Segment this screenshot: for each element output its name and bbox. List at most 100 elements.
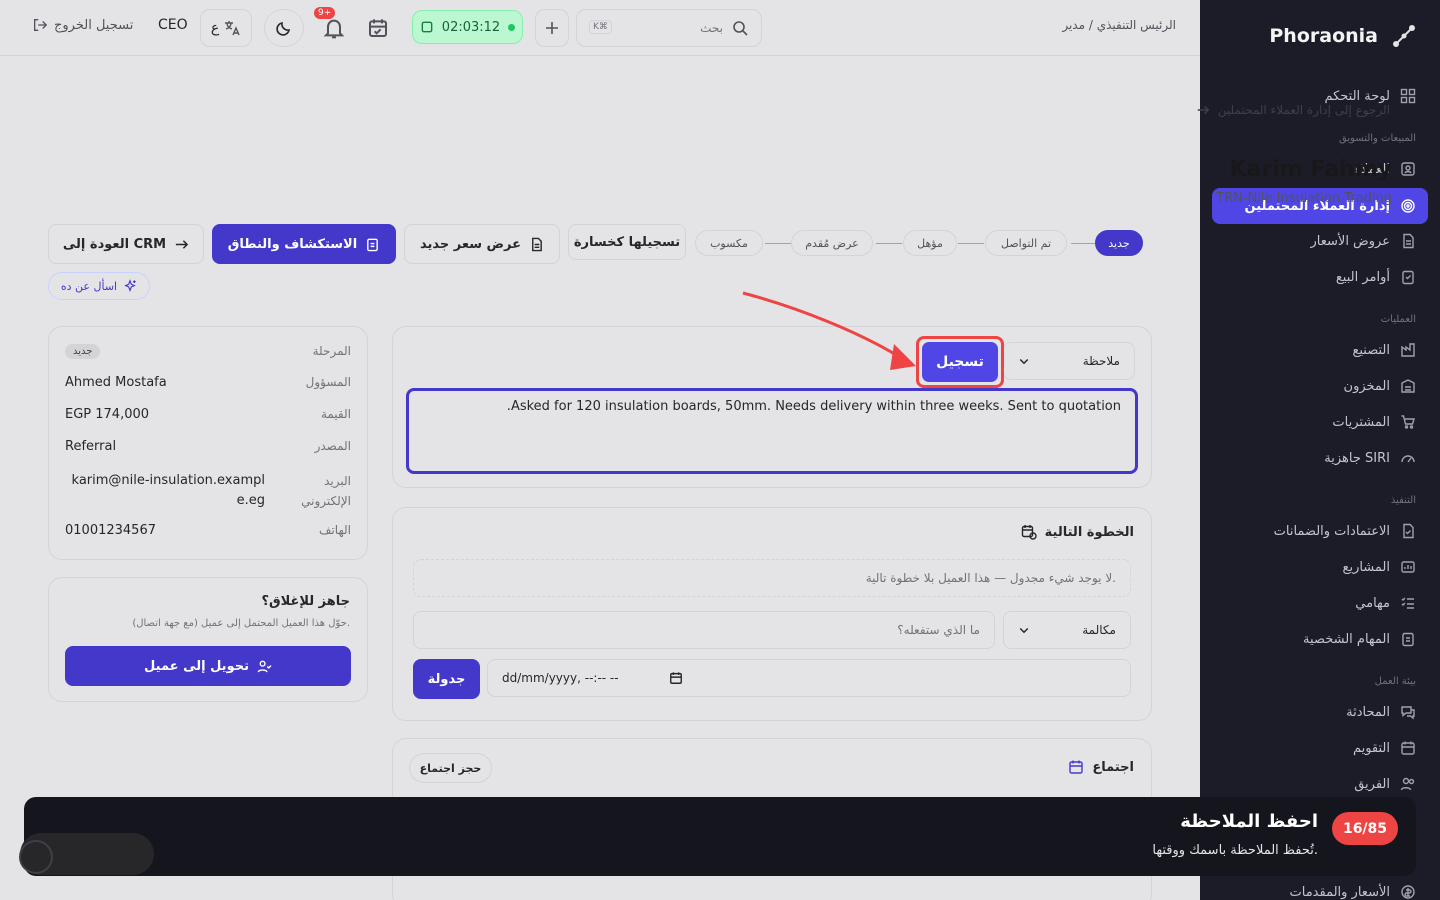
add-button[interactable]	[535, 9, 569, 47]
schedule-button[interactable]: جدولة	[413, 659, 480, 699]
calendar-clock-icon	[1021, 525, 1037, 540]
stage-connector	[1071, 243, 1095, 244]
toast-title: احفظ الملاحظة	[1180, 811, 1318, 832]
detail-owner: Ahmed Mostafa المسؤول	[65, 375, 351, 390]
sidebar-item-siri[interactable]: جاهزية SIRI	[1212, 440, 1428, 476]
stage-connector	[958, 243, 984, 244]
stage-new[interactable]: جديد	[1095, 230, 1143, 256]
sidebar-item-quotes[interactable]: عروض الأسعار	[1212, 223, 1428, 259]
stage-qualified[interactable]: مؤهل	[903, 230, 957, 256]
toast-description: تُحفظ الملاحظة باسمك ووقتها.	[1152, 843, 1318, 858]
next-step-datetime-input[interactable]: dd/mm/yyyy, --:-- --	[487, 659, 1131, 697]
close-description: حوّل هذا العميل المحتمل إلى عميل (مع جهة…	[132, 618, 350, 629]
sidebar-item-chat[interactable]: المحادثة	[1212, 694, 1428, 730]
search-input[interactable]: بحث	[700, 21, 723, 35]
stage-quoted[interactable]: عرض مُقدم	[791, 230, 873, 256]
detail-email: karim@nile-insulation.example.eg البريد …	[71, 473, 351, 508]
book-meeting-button[interactable]: حجز اجتماع	[409, 753, 492, 783]
next-step-action-input[interactable]: ما الذي ستفعله؟	[413, 611, 995, 649]
step-counter: 16/85	[1332, 812, 1398, 845]
submit-note-button[interactable]: تسجيل	[922, 342, 998, 382]
next-step-type-select[interactable]: مكالمة	[1003, 611, 1131, 649]
team-icon	[1400, 777, 1415, 791]
section-sales: المبيعات والتسويق	[1339, 133, 1416, 144]
theme-toggle[interactable]	[264, 9, 304, 47]
page-subtitle: TRN-Nile Insulation Trading	[1216, 191, 1392, 206]
logout-icon	[34, 19, 48, 31]
logout-button[interactable]: تسجيل الخروج	[32, 17, 133, 33]
file-check-icon	[1403, 523, 1414, 539]
sidebar-item-purchasing[interactable]: المشتريات	[1212, 404, 1428, 440]
sidebar-item-projects[interactable]: المشاريع	[1212, 549, 1428, 585]
cart-icon	[1401, 415, 1415, 429]
contact-icon	[1401, 162, 1415, 176]
user-role[interactable]: CEO	[158, 17, 188, 33]
notification-badge: 9+	[314, 7, 336, 19]
timer-value: 02:03:12	[441, 19, 501, 35]
stage-won[interactable]: مكسوب	[695, 230, 763, 256]
plus-icon	[546, 22, 558, 34]
notifications-button[interactable]: 9+	[314, 7, 348, 42]
toast-pill[interactable]	[19, 833, 154, 875]
arrow-right-icon	[175, 239, 189, 249]
chat-icon	[1401, 706, 1415, 720]
ask-ai-button[interactable]: اسأل عن ده	[48, 272, 150, 300]
search-box[interactable]: K⌘ بحث	[576, 9, 762, 47]
ready-to-close-card: جاهز للإغلاق؟ حوّل هذا العميل المحتمل إل…	[48, 577, 368, 702]
document-icon	[532, 237, 542, 251]
sidebar-item-sales-orders[interactable]: أوامر البيع	[1212, 259, 1428, 295]
sidebar-item-pricing[interactable]: الأسعار والمقدمات	[1212, 874, 1428, 900]
mark-lost-button[interactable]: تسجيلها كخسارة	[568, 224, 686, 260]
back-to-crm-button[interactable]: العودة إلى CRM	[48, 224, 204, 264]
calendar-icon	[1401, 741, 1415, 755]
topbar: الرئيس التنفيذي / مدير K⌘ بحث 02:03:12 9…	[0, 0, 1200, 56]
new-quote-button[interactable]: عرض سعر جديد	[404, 224, 560, 264]
translate-icon	[225, 21, 240, 36]
close-title: جاهز للإغلاق؟	[261, 594, 350, 609]
moon-icon	[276, 21, 291, 36]
user-check-icon	[257, 660, 272, 672]
dashboard-icon	[1400, 88, 1416, 104]
brand[interactable]: Phoraonia	[1269, 22, 1418, 50]
stage-connector	[765, 243, 791, 244]
sparkles-icon	[124, 279, 136, 292]
calendar-button[interactable]	[366, 16, 390, 40]
personal-task-icon	[1402, 632, 1414, 647]
clipboard-icon	[367, 238, 379, 251]
sidebar-item-calendar[interactable]: التقويم	[1212, 730, 1428, 766]
convert-to-customer-button[interactable]: تحويل إلى عميل	[65, 646, 351, 686]
timer-badge[interactable]: 02:03:12	[412, 10, 523, 44]
datetime-value: dd/mm/yyyy, --:-- --	[502, 671, 619, 685]
next-step-empty: لا يوجد شيء مجدول — هذا العميل بلا خطوة …	[413, 559, 1131, 597]
language-toggle[interactable]: ع	[200, 9, 252, 47]
stage-connector	[876, 243, 902, 244]
calendar-icon	[669, 672, 682, 684]
search-shortcut: K⌘	[589, 20, 612, 34]
detail-stage: جديد المرحلة	[65, 344, 351, 359]
sidebar-item-inventory[interactable]: المخزون	[1212, 368, 1428, 404]
note-type-select[interactable]: ملاحظة	[1003, 342, 1135, 380]
target-icon	[1401, 199, 1415, 213]
price-icon	[1401, 885, 1415, 899]
factory-icon	[1401, 343, 1415, 357]
projects-icon	[1401, 561, 1415, 573]
note-textarea[interactable]: Asked for 120 insulation boards, 50mm. N…	[406, 388, 1138, 474]
back-link[interactable]: الرجوع إلى إدارة العملاء المحتملين	[1196, 103, 1390, 117]
sidebar-item-manufacturing[interactable]: التصنيع	[1212, 332, 1428, 368]
language-label: ع	[210, 20, 220, 36]
sidebar-item-my-tasks[interactable]: مهامي	[1212, 585, 1428, 621]
breadcrumb: الرئيس التنفيذي / مدير	[1062, 18, 1176, 32]
clipboard-icon	[1402, 270, 1414, 285]
lead-details-card: جديد المرحلة Ahmed Mostafa المسؤول EGP 1…	[48, 326, 368, 560]
stage-contacted[interactable]: تم التواصل	[985, 230, 1067, 256]
chevron-down-icon	[1019, 358, 1029, 365]
sidebar-item-approvals[interactable]: الاعتمادات والضمانات	[1212, 513, 1428, 549]
section-operations: العمليات	[1380, 314, 1416, 325]
discovery-scope-button[interactable]: الاستكشاف والنطاق	[212, 224, 396, 264]
warehouse-icon	[1401, 379, 1415, 393]
page-title: Karim Fahmy	[1229, 157, 1392, 182]
sidebar-item-personal-tasks[interactable]: المهام الشخصية	[1212, 621, 1428, 657]
chevron-down-icon	[1019, 627, 1029, 634]
next-step-header: الخطوة التالية	[1021, 524, 1134, 540]
note-text: Asked for 120 insulation boards, 50mm. N…	[506, 399, 1121, 414]
